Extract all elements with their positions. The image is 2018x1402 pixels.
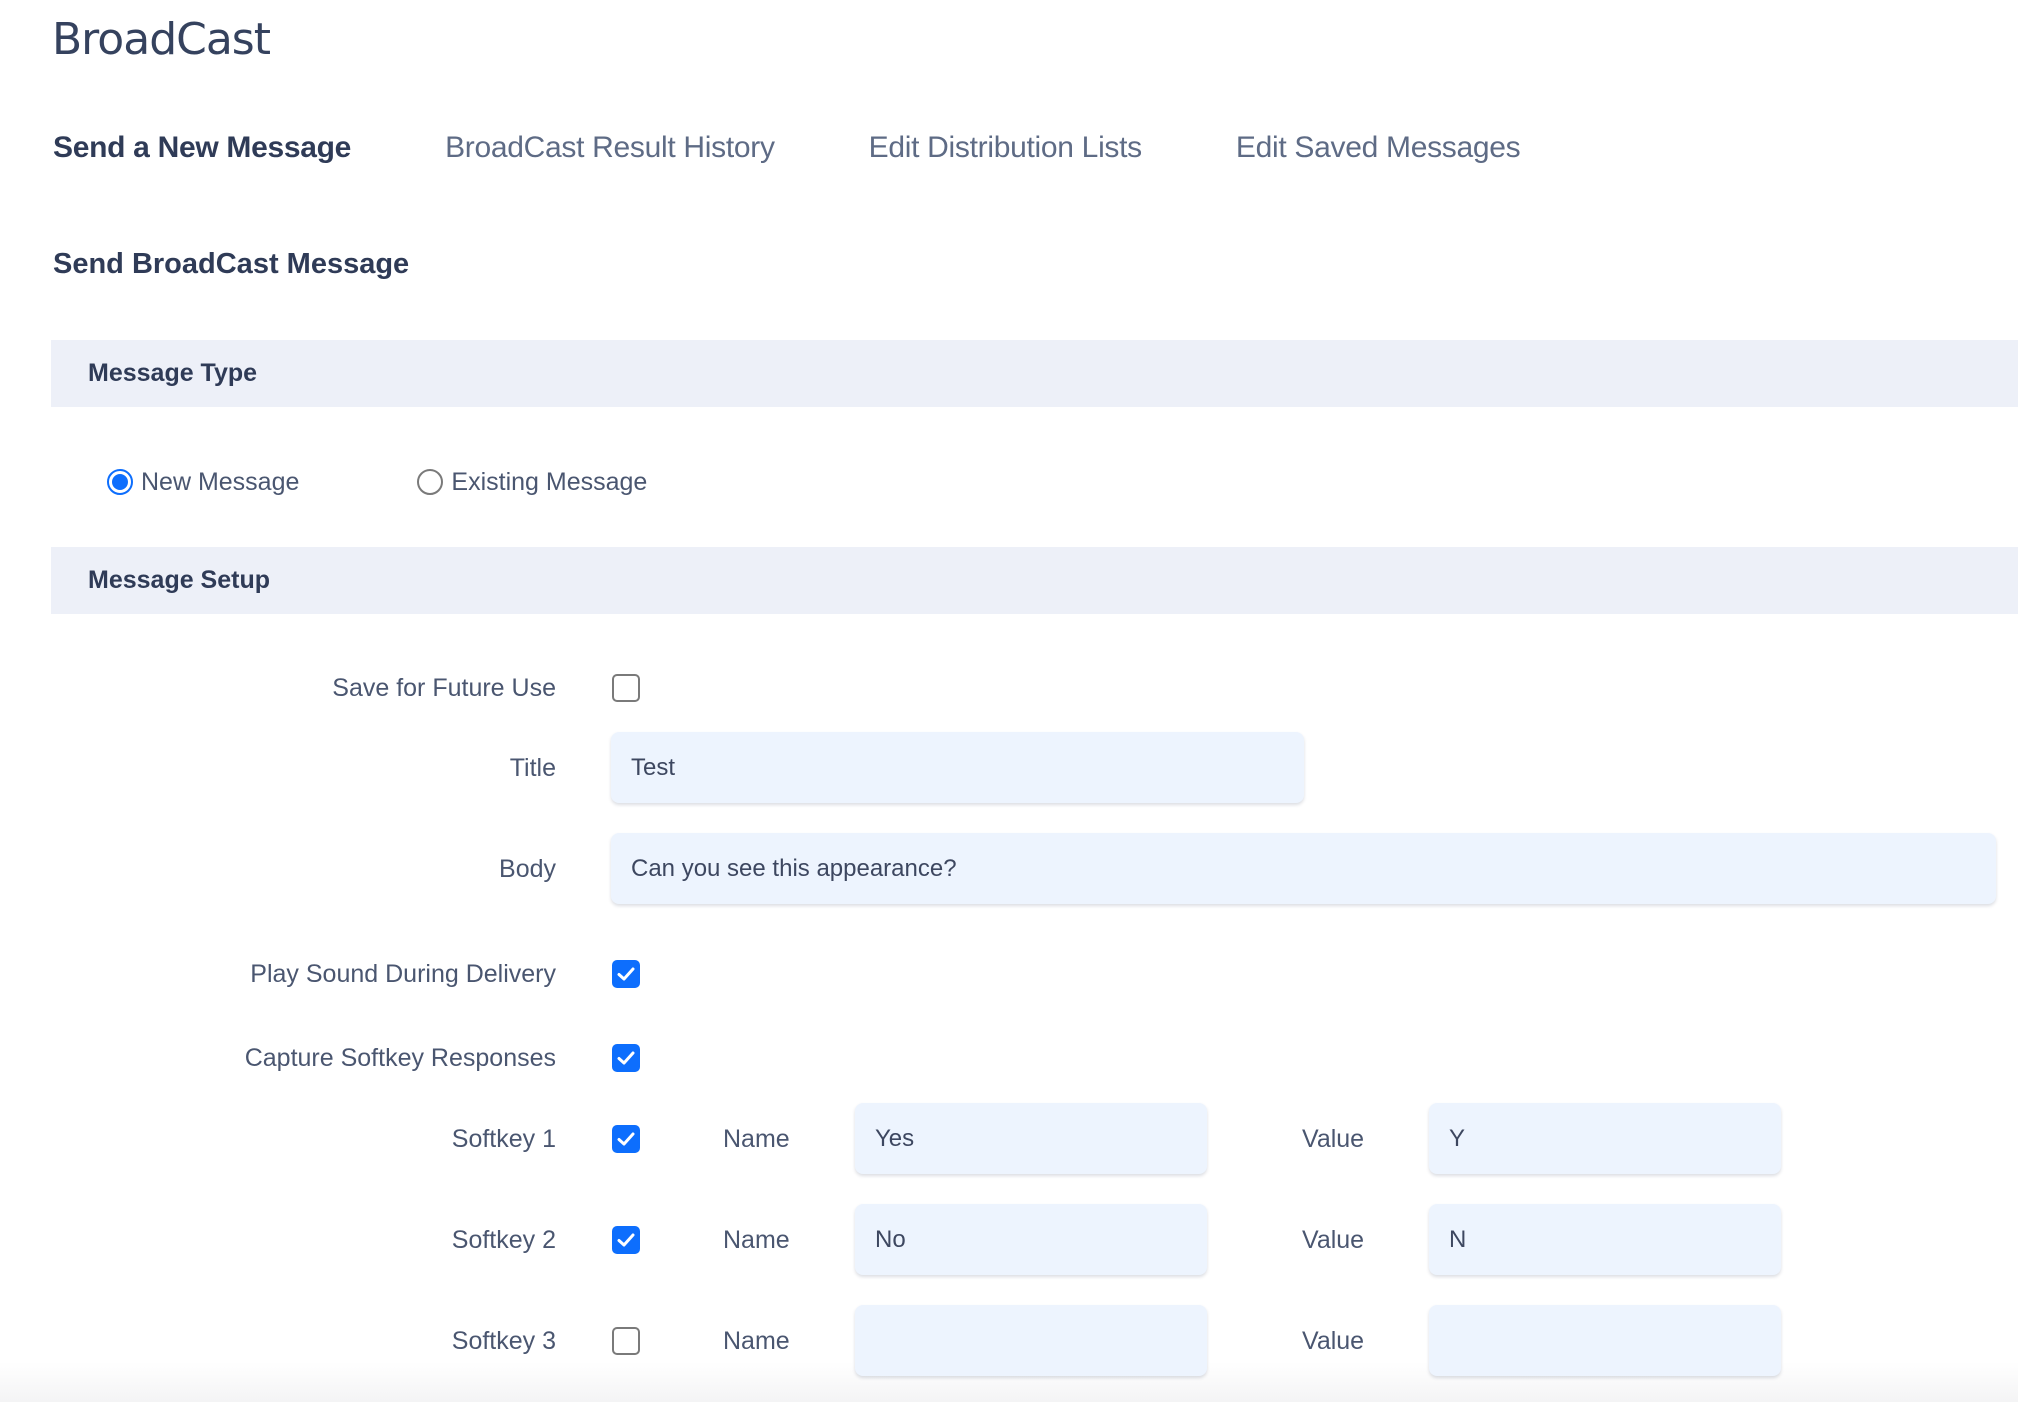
- softkey-2-name-input[interactable]: No: [855, 1204, 1207, 1275]
- softkey-2-label: Softkey 2: [451, 1226, 556, 1254]
- softkey-3-label: Softkey 3: [451, 1327, 556, 1355]
- body-label: Body: [499, 855, 556, 883]
- softkey-1-value-label: Value: [1302, 1125, 1365, 1153]
- radio-new-message-label: New Message: [141, 467, 300, 496]
- softkey-2-name-label: Name: [723, 1226, 790, 1254]
- radio-new-message[interactable]: New Message: [107, 468, 299, 497]
- save-for-future-use-checkbox[interactable]: [612, 674, 640, 702]
- app-title: BroadCast: [52, 14, 271, 65]
- softkey-3-checkbox[interactable]: [612, 1327, 640, 1355]
- softkey-1-name-label: Name: [723, 1125, 790, 1153]
- check-icon: [617, 1233, 635, 1247]
- save-for-future-use-label: Save for Future Use: [332, 674, 556, 702]
- tab-broadcast-result-history[interactable]: BroadCast Result History: [445, 131, 775, 165]
- capture-softkey-row: Capture Softkey Responses: [0, 1022, 2018, 1094]
- tab-edit-saved-messages[interactable]: Edit Saved Messages: [1236, 131, 1521, 165]
- check-icon: [617, 1051, 635, 1065]
- play-sound-checkbox[interactable]: [612, 960, 640, 988]
- message-setup-header: Message Setup: [51, 547, 2018, 614]
- radio-existing-message[interactable]: Existing Message: [417, 468, 647, 497]
- page-title: Send BroadCast Message: [53, 248, 410, 280]
- message-type-header-label: Message Type: [88, 359, 258, 387]
- check-icon: [617, 967, 635, 981]
- softkey-1-checkbox[interactable]: [612, 1125, 640, 1153]
- softkey-row: Softkey 1 Name Yes Value Y: [0, 1103, 2018, 1175]
- softkey-3-name-input[interactable]: [855, 1305, 1207, 1376]
- title-row: Title Test: [0, 732, 2018, 804]
- softkey-1-name-input[interactable]: Yes: [855, 1103, 1207, 1174]
- tab-edit-distribution-lists[interactable]: Edit Distribution Lists: [869, 131, 1143, 165]
- save-for-future-use-row: Save for Future Use: [0, 652, 2018, 724]
- softkey-1-label: Softkey 1: [451, 1125, 556, 1153]
- capture-softkey-checkbox[interactable]: [612, 1044, 640, 1072]
- softkey-2-value-input[interactable]: N: [1429, 1204, 1781, 1275]
- message-type-header: Message Type: [51, 340, 2018, 407]
- softkey-row: Softkey 3 Name Value: [0, 1305, 2018, 1377]
- play-sound-row: Play Sound During Delivery: [0, 938, 2018, 1010]
- title-input[interactable]: Test: [611, 732, 1304, 803]
- softkey-row: Softkey 2 Name No Value N: [0, 1204, 2018, 1276]
- play-sound-label: Play Sound During Delivery: [250, 960, 556, 988]
- check-icon: [617, 1132, 635, 1146]
- body-row: Body Can you see this appearance?: [0, 833, 2018, 905]
- softkey-3-name-label: Name: [723, 1327, 790, 1355]
- softkey-1-value-input[interactable]: Y: [1429, 1103, 1781, 1174]
- message-type-radio-group: New Message Existing Message: [107, 466, 647, 498]
- softkey-2-checkbox[interactable]: [612, 1226, 640, 1254]
- radio-existing-message-label: Existing Message: [451, 467, 648, 496]
- body-input[interactable]: Can you see this appearance?: [611, 833, 1996, 904]
- softkey-3-value-input[interactable]: [1429, 1305, 1781, 1376]
- tab-bar: Send a New Message BroadCast Result Hist…: [53, 128, 1521, 168]
- radio-existing-message-button[interactable]: [417, 469, 444, 495]
- message-setup-header-label: Message Setup: [88, 566, 271, 594]
- capture-softkey-label: Capture Softkey Responses: [244, 1044, 556, 1072]
- tab-send-new-message[interactable]: Send a New Message: [53, 131, 351, 165]
- title-label: Title: [509, 754, 556, 782]
- softkey-2-value-label: Value: [1302, 1226, 1365, 1254]
- radio-new-message-button[interactable]: [107, 469, 133, 495]
- softkey-3-value-label: Value: [1302, 1327, 1365, 1355]
